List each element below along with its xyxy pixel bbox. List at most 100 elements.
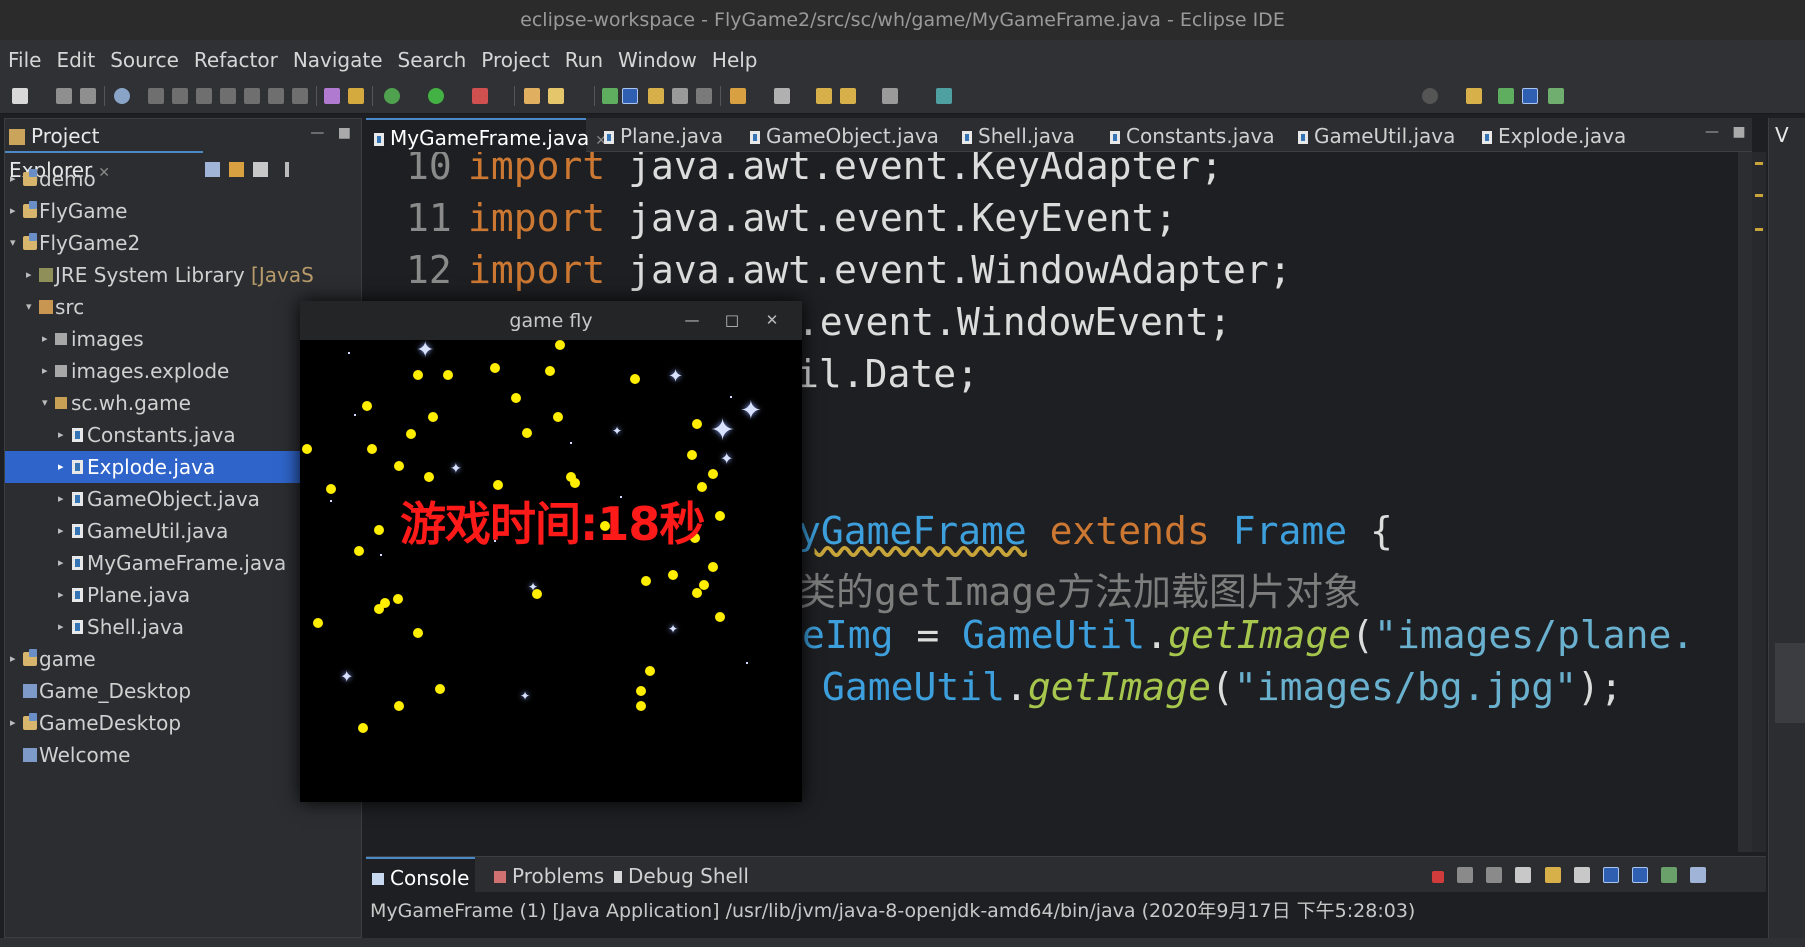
terminate-icon[interactable] [1432,871,1445,883]
drop-to-frame-icon[interactable] [324,88,340,104]
display-selected-console-icon[interactable] [1690,867,1706,883]
tab-explode-java[interactable]: Explode.java [1482,118,1626,152]
tab-plane-java[interactable]: Plane.java [604,118,723,152]
chevron-right-icon[interactable]: ▸ [42,323,48,355]
minimize-button[interactable]: — [672,301,712,340]
new-icon[interactable] [12,88,28,104]
chevron-down-icon[interactable]: ▾ [26,291,32,323]
warning-marker[interactable] [1755,228,1763,231]
save-all-icon[interactable] [80,88,96,104]
toggle-mark-occurrences-icon[interactable] [622,88,638,104]
menu-window[interactable]: Window [610,40,704,80]
remove-launch-icon[interactable] [1457,867,1474,883]
close-button[interactable]: ✕ [752,301,792,340]
tab-debug-shell[interactable]: Debug Shell [614,857,749,893]
menu-refactor[interactable]: Refactor [186,40,285,80]
resume-icon[interactable] [148,88,164,104]
tab-gameutil-java[interactable]: GameUtil.java [1298,118,1455,152]
overview-ruler[interactable] [1752,152,1766,852]
pin-editor-icon[interactable] [936,88,952,104]
menu-help[interactable]: Help [704,40,765,80]
menu-run[interactable]: Run [557,40,610,80]
previous-annotation-icon[interactable] [774,88,790,104]
forward-icon[interactable] [882,88,898,104]
tab-mygameframe-java[interactable]: MyGameFrame.java ✕ [366,118,607,152]
skip-breakpoints-icon[interactable] [114,88,130,104]
tree-item-jre-library[interactable]: ▸ JRE System Library [JavaS [5,259,361,291]
menu-file[interactable]: File [0,40,48,80]
debug-icon[interactable] [384,88,400,104]
new-java-package-icon[interactable] [548,88,564,104]
terminate-icon[interactable] [196,88,212,104]
maximize-button[interactable]: □ [712,301,752,340]
menu-edit[interactable]: Edit [48,40,102,80]
tab-shell-java[interactable]: Shell.java [962,118,1075,152]
tree-item-flygame[interactable]: ▸ FlyGame [5,195,361,227]
show-whitespace-icon[interactable] [672,88,688,104]
word-wrap-icon[interactable] [1573,867,1590,883]
open-type-icon[interactable] [524,88,540,104]
chevron-right-icon[interactable]: ▸ [42,355,48,387]
debug-perspective-icon[interactable] [1498,88,1514,104]
chevron-right-icon[interactable]: ▸ [10,163,16,195]
clear-console-icon[interactable] [1515,867,1532,883]
menu-source[interactable]: Source [102,40,186,80]
use-step-filters-icon[interactable] [348,88,364,104]
right-view-scrollbar[interactable] [1775,643,1805,723]
chevron-right-icon[interactable]: ▸ [58,547,64,579]
game-window[interactable]: game fly — □ ✕ ✦ ✦ ✦ ✦ ✦ ✦ ✦ ✦ ✦ ✦ ✦ 游戏时… [300,301,802,802]
external-tools-icon[interactable] [472,88,488,104]
show-console-on-output-icon[interactable] [1602,867,1619,883]
step-over-icon[interactable] [268,88,284,104]
view-minmax-controls[interactable]: — ■ [310,125,351,141]
chevron-right-icon[interactable]: ▸ [26,259,32,291]
chevron-right-icon[interactable]: ▸ [10,643,16,675]
suspend-icon[interactable] [172,88,188,104]
chevron-right-icon[interactable]: ▸ [10,707,16,739]
menu-search[interactable]: Search [390,40,474,80]
tab-project-explorer[interactable]: Project Explorer ✕ [5,119,203,182]
warning-marker[interactable] [1755,194,1763,197]
chevron-down-icon[interactable]: ▾ [10,227,16,259]
chevron-right-icon[interactable]: ▸ [58,483,64,515]
git-perspective-icon[interactable] [1548,88,1564,104]
chevron-down-icon[interactable]: ▾ [42,387,48,419]
chevron-right-icon[interactable]: ▸ [10,195,16,227]
next-annotation-icon[interactable] [730,88,746,104]
menu-navigate[interactable]: Navigate [285,40,390,80]
show-console-on-error-icon[interactable] [1631,867,1648,883]
tab-console[interactable]: Console [366,857,476,893]
java-perspective-icon[interactable] [1522,88,1538,104]
last-edit-location-icon[interactable] [816,88,832,104]
chevron-right-icon[interactable]: ▸ [58,579,64,611]
run-icon[interactable] [428,88,444,104]
open-perspective-icon[interactable] [1466,88,1482,104]
toggle-breadcrumb-icon[interactable] [648,88,664,104]
step-into-icon[interactable] [244,88,260,104]
tab-gameobject-java[interactable]: GameObject.java [750,118,939,152]
tab-problems[interactable]: Problems [494,857,604,893]
warning-marker[interactable] [1755,162,1763,165]
console-output[interactable]: MyGameFrame (1) [Java Application] /usr/… [366,892,1766,938]
right-view-tab[interactable]: V [1769,118,1805,152]
tree-item-flygame2[interactable]: ▾ FlyGame2 [5,227,361,259]
editor-scrollbar[interactable] [1738,152,1752,852]
scroll-lock-icon[interactable] [1544,867,1561,883]
chevron-right-icon[interactable]: ▸ [58,515,64,547]
open-task-icon[interactable] [602,88,618,104]
search-icon[interactable] [1422,88,1438,104]
tab-constants-java[interactable]: Constants.java [1110,118,1275,152]
game-canvas[interactable]: ✦ ✦ ✦ ✦ ✦ ✦ ✦ ✦ ✦ ✦ ✦ 游戏时间:18秒 [300,340,802,802]
chevron-right-icon[interactable]: ▸ [58,419,64,451]
tree-item-demo[interactable]: ▸ demo [5,163,361,195]
disconnect-icon[interactable] [220,88,236,104]
paragraph-icon[interactable] [696,88,712,104]
game-window-title-bar[interactable]: game fly — □ ✕ [300,301,802,340]
chevron-right-icon[interactable]: ▸ [58,611,64,643]
remove-all-terminated-icon[interactable] [1486,867,1503,883]
editor-minmax-controls[interactable]: — ■ [1705,124,1746,140]
pin-console-icon[interactable] [1660,867,1677,883]
save-icon[interactable] [56,88,72,104]
step-return-icon[interactable] [292,88,308,104]
back-icon[interactable] [840,88,856,104]
